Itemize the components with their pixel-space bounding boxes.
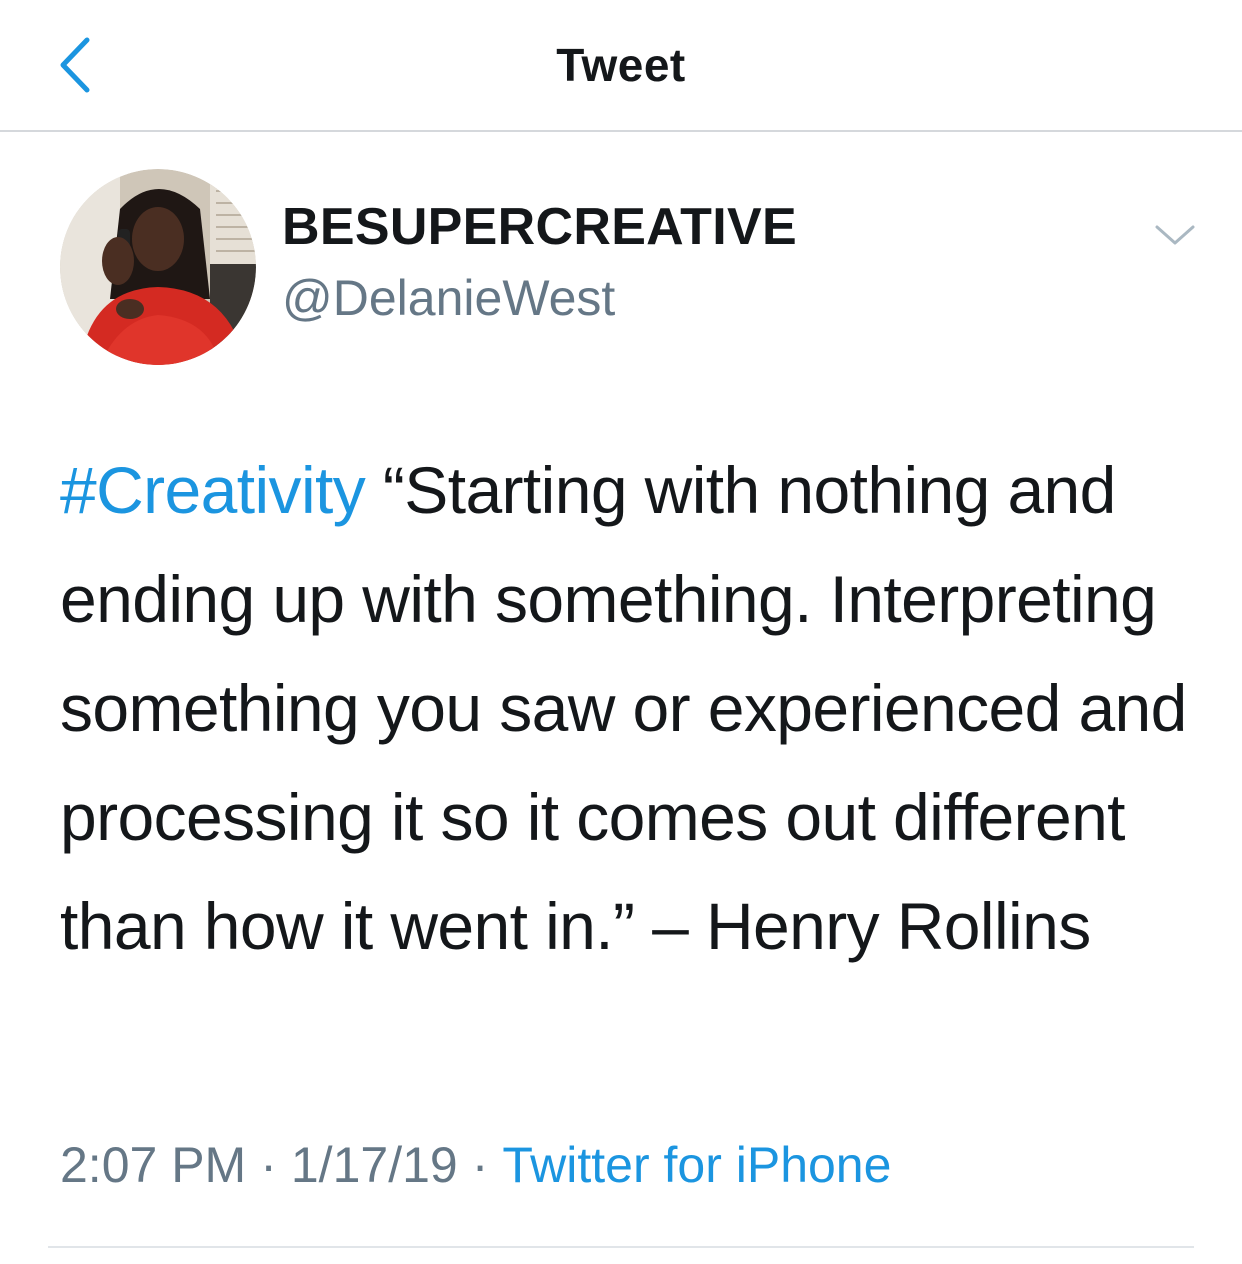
tweet-date: 1/17/19: [290, 1137, 458, 1193]
tweet-text: #Creativity “Starting with nothing and e…: [60, 436, 1190, 981]
display-name[interactable]: BESUPERCREATIVE: [282, 197, 797, 257]
meta-separator: ·: [471, 1137, 489, 1193]
tweet-time: 2:07 PM: [60, 1137, 247, 1193]
tweet-meta: 2:07 PM · 1/17/19 · Twitter for iPhone: [60, 1136, 891, 1194]
divider: [48, 1246, 1194, 1248]
tweet-source-link[interactable]: Twitter for iPhone: [502, 1137, 891, 1193]
page-title: Tweet: [556, 39, 686, 91]
tweet-options-button[interactable]: [1140, 215, 1210, 255]
tweet-body: “Starting with nothing and ending up wit…: [60, 453, 1187, 963]
avatar-photo: [60, 169, 256, 365]
navigation-bar: Tweet: [0, 0, 1242, 132]
meta-separator: ·: [260, 1137, 277, 1193]
hashtag-link[interactable]: #Creativity: [60, 453, 366, 527]
chevron-down-icon: [1155, 225, 1195, 245]
tweet-author: BESUPERCREATIVE @DelanieWest: [0, 165, 1242, 365]
user-handle[interactable]: @DelanieWest: [282, 269, 615, 327]
avatar[interactable]: [60, 169, 256, 365]
